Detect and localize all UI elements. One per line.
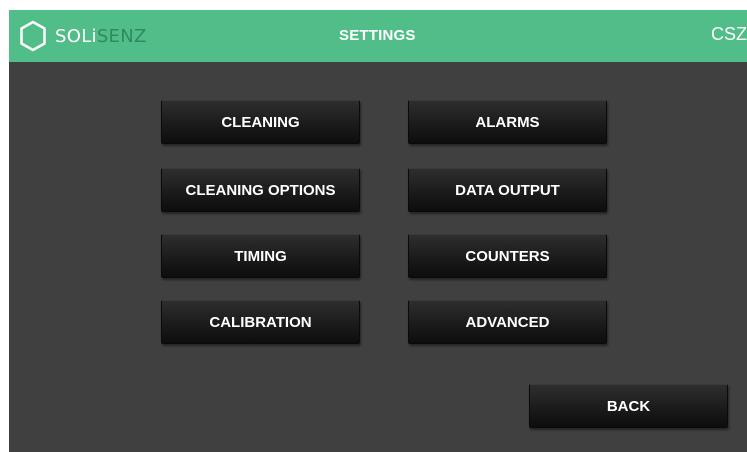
counters-button[interactable]: COUNTERS <box>408 234 607 278</box>
hexagon-logo-icon <box>20 20 46 52</box>
page-title: SETTINGS <box>339 27 416 44</box>
brand-name-accent: SENZ <box>96 25 147 47</box>
device-label: CSZ <box>711 24 747 44</box>
back-button[interactable]: BACK <box>529 384 728 428</box>
data-output-button[interactable]: DATA OUTPUT <box>408 168 607 212</box>
brand-name-light: SOLi <box>55 25 97 47</box>
header-bar: SOLiSENZ SETTINGS CSZ <box>9 10 747 62</box>
brand-name: SOLiSENZ <box>55 26 147 47</box>
cleaning-options-button[interactable]: CLEANING OPTIONS <box>161 168 360 212</box>
brand-logo: SOLiSENZ <box>19 20 147 52</box>
settings-screen: SOLiSENZ SETTINGS CSZ CLEANING ALARMS CL… <box>9 10 747 452</box>
alarms-button[interactable]: ALARMS <box>408 100 607 144</box>
advanced-button[interactable]: ADVANCED <box>408 300 607 344</box>
calibration-button[interactable]: CALIBRATION <box>161 300 360 344</box>
cleaning-button[interactable]: CLEANING <box>161 100 360 144</box>
timing-button[interactable]: TIMING <box>161 234 360 278</box>
